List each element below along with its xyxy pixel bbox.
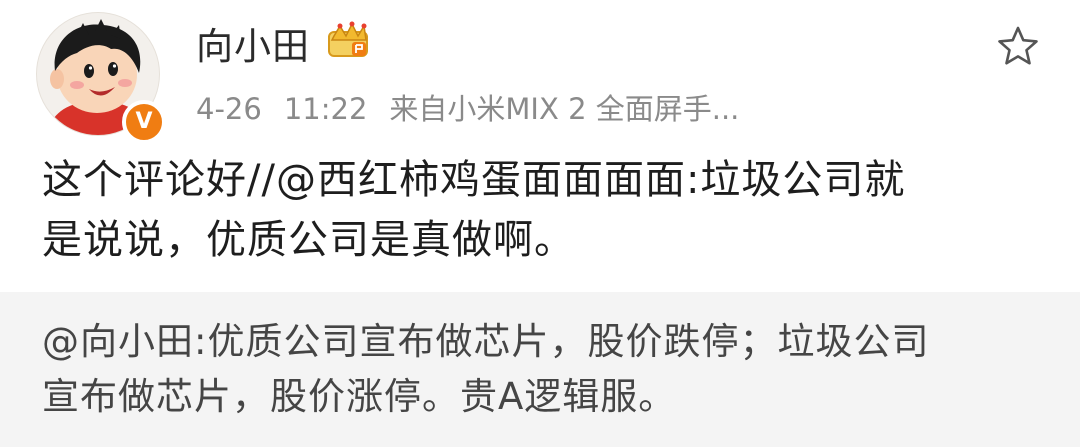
username[interactable]: 向小田: [196, 16, 310, 70]
post-content-line: 是说说，优质公司是真做啊。: [42, 217, 575, 263]
retweet-line: @向小田:优质公司宣布做芯片，股价跌停；垃圾公司: [42, 320, 930, 363]
avatar-container[interactable]: V: [36, 12, 166, 144]
retweet-content: @向小田:优质公司宣布做芯片，股价跌停；垃圾公司 宣布做芯片，股价涨停。贵A逻辑…: [42, 314, 1052, 424]
post-date: 4-26: [196, 92, 262, 126]
retweet-line: 宣布做芯片，股价涨停。贵A逻辑服。: [42, 375, 677, 418]
post-meta: 4-26 11:22 来自小米MIX 2 全面屏手...: [196, 86, 761, 128]
post-time: 11:22: [283, 92, 368, 126]
weibo-post: V 向小田 4-26 11:22 来自小米MIX 2 全面屏手... 这个评论好//: [0, 0, 1080, 447]
post-source[interactable]: 来自小米MIX 2 全面屏手...: [389, 92, 739, 126]
verified-badge-icon: V: [122, 100, 166, 144]
post-header: V 向小田 4-26 11:22 来自小米MIX 2 全面屏手...: [0, 0, 1080, 150]
post-content-line: 这个评论好//@西红柿鸡蛋面面面面:垃圾公司就: [42, 157, 906, 203]
star-icon[interactable]: [996, 24, 1040, 68]
crown-icon[interactable]: [326, 18, 372, 62]
post-content: 这个评论好//@西红柿鸡蛋面面面面:垃圾公司就 是说说，优质公司是真做啊。: [42, 150, 1052, 270]
retweet-block[interactable]: @向小田:优质公司宣布做芯片，股价跌停；垃圾公司 宣布做芯片，股价涨停。贵A逻辑…: [0, 292, 1080, 447]
